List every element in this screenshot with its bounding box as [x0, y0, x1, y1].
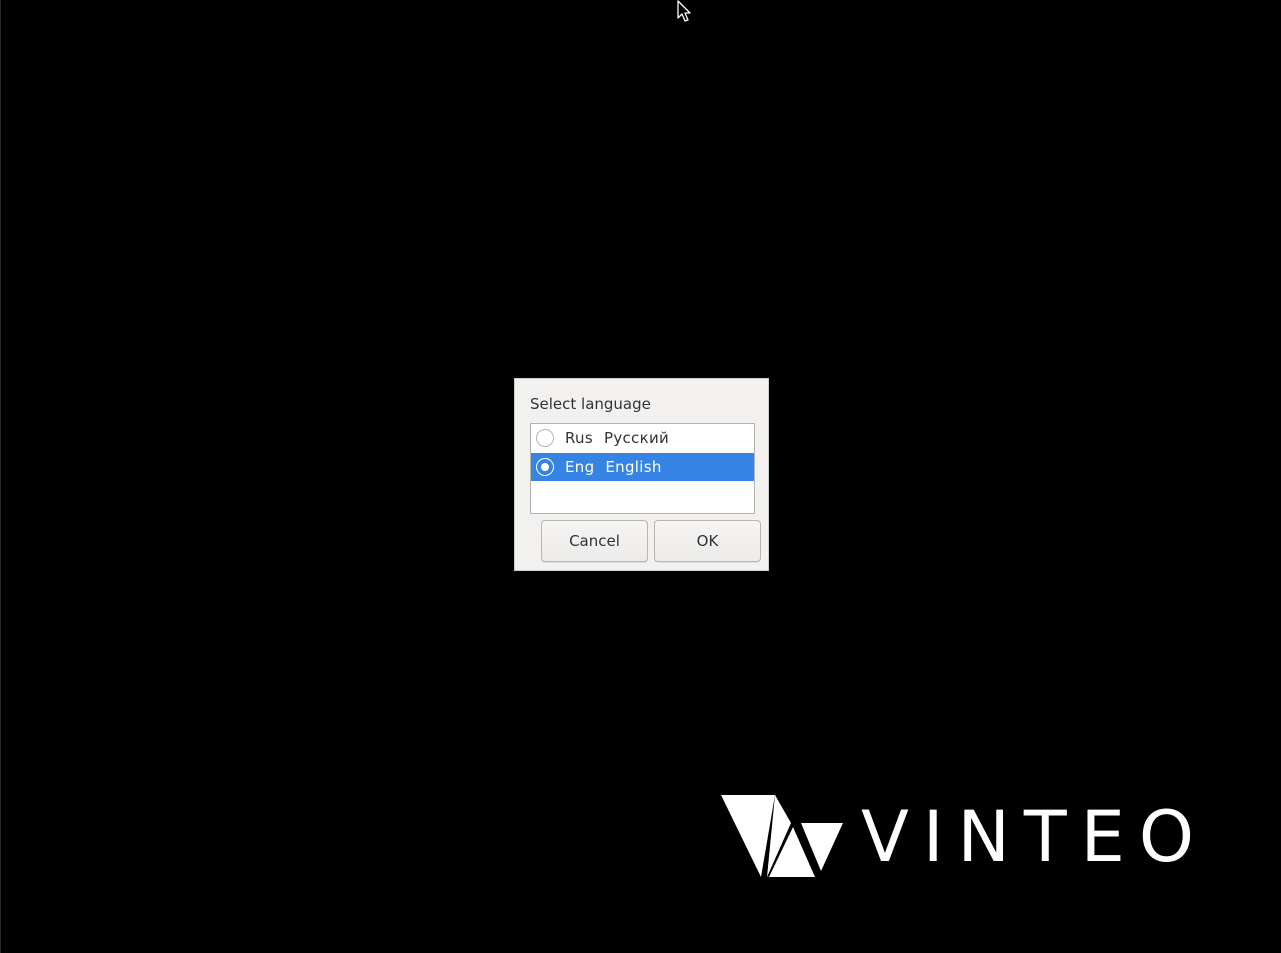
- ok-button[interactable]: OK: [654, 520, 761, 562]
- language-option-eng[interactable]: Eng English: [531, 453, 754, 481]
- cancel-button[interactable]: Cancel: [541, 520, 648, 562]
- language-name: English: [605, 458, 662, 476]
- language-code: Eng: [565, 458, 595, 476]
- language-name: Русский: [603, 429, 670, 447]
- logo-wordmark: VINTEO: [861, 796, 1208, 878]
- radio-unchecked-icon[interactable]: [536, 429, 554, 447]
- radio-checked-icon[interactable]: [536, 458, 554, 476]
- language-dialog: Select language Rus Русский Eng English …: [514, 378, 769, 571]
- language-option-rus[interactable]: Rus Русский: [531, 424, 754, 452]
- vinteo-logo: VINTEO: [721, 795, 1221, 880]
- language-code: Rus: [565, 429, 593, 447]
- mouse-cursor-icon: [677, 0, 691, 22]
- vinteo-logo-icon: [721, 795, 843, 877]
- screen-edge: [0, 0, 1, 953]
- desktop-background: Select language Rus Русский Eng English …: [0, 0, 1281, 953]
- language-list: Rus Русский Eng English: [530, 423, 755, 514]
- dialog-title: Select language: [530, 395, 651, 413]
